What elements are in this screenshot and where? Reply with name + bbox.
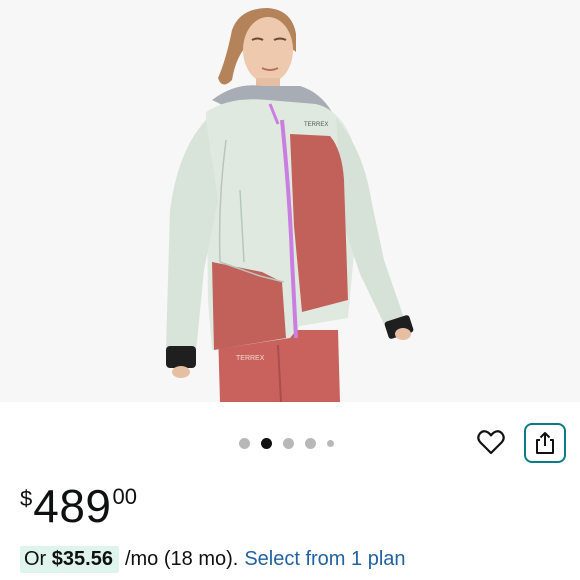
select-plan-link[interactable]: Select from 1 plan — [244, 548, 405, 571]
carousel-dot-5[interactable] — [326, 439, 334, 447]
installment-term: /mo (18 mo). — [124, 547, 239, 570]
installment-amount-badge: Or $35.56 — [20, 545, 119, 573]
svg-text:TERREX: TERREX — [236, 355, 265, 362]
svg-text:TERREX: TERREX — [304, 122, 328, 128]
share-button[interactable] — [524, 423, 566, 463]
carousel-dot-3[interactable] — [282, 437, 294, 449]
carousel-dot-4[interactable] — [304, 437, 316, 449]
price-fraction: 00 — [112, 484, 137, 509]
share-icon — [536, 432, 554, 454]
price-currency-symbol: $ — [20, 486, 33, 511]
carousel-dot-2-active[interactable] — [260, 437, 272, 449]
installment-offer: Or $35.56 /mo (18 mo). Select from 1 pla… — [20, 544, 406, 574]
installment-prefix: Or — [24, 547, 52, 570]
carousel-dot-1[interactable] — [238, 437, 250, 449]
price-whole: 489 — [33, 480, 112, 532]
product-photo: TERREX TERREX — [0, 0, 580, 402]
product-price: $ 489 00 — [20, 478, 137, 534]
product-image[interactable]: TERREX TERREX — [0, 0, 580, 402]
installment-amount: $35.56 — [51, 547, 113, 570]
wishlist-button[interactable] — [474, 425, 508, 459]
heart-outline-icon — [477, 430, 505, 455]
